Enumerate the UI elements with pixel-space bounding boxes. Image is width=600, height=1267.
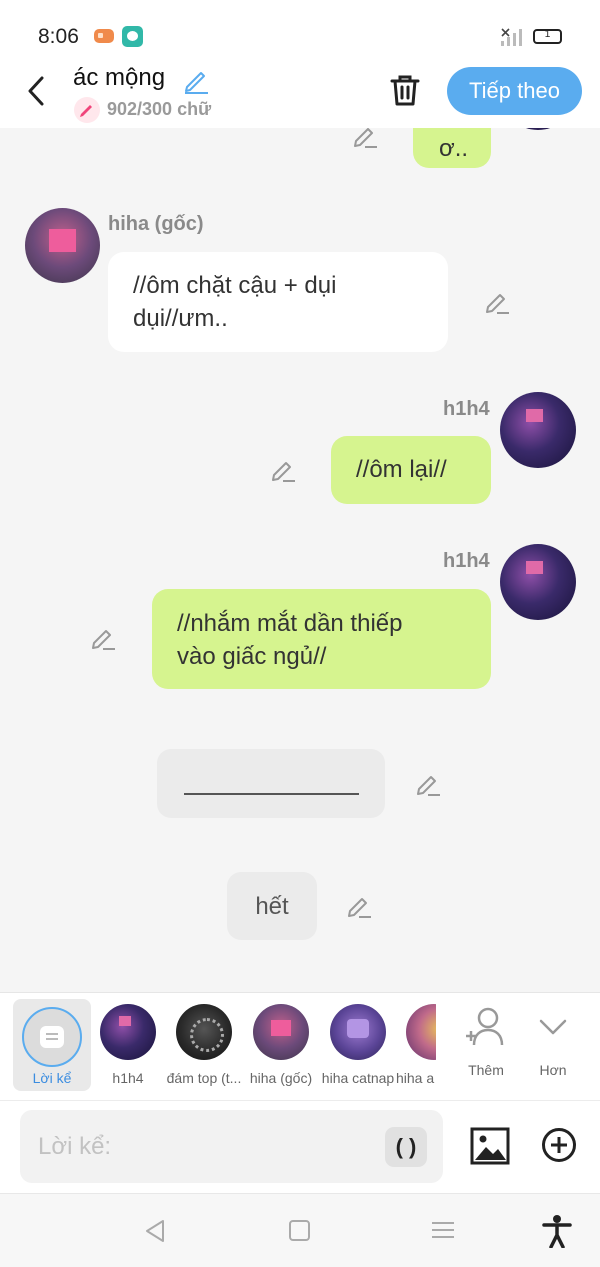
navigation-bar [0,1193,600,1267]
more-button[interactable]: Hơn [528,1005,578,1078]
narration-bubble[interactable] [157,749,385,818]
character-name: h1h4 [112,1070,144,1086]
nav-back-icon[interactable] [143,1218,167,1244]
title-edit-button[interactable] [182,66,210,94]
character-item[interactable]: hiha (gốc) [242,1001,320,1086]
narrator-icon [22,1007,82,1067]
character-avatar [100,1004,156,1060]
avatar[interactable] [500,128,576,130]
edit-icon [486,294,509,314]
edit-message-button[interactable] [351,128,379,150]
sender-name: h1h4 [443,550,490,572]
narrator-label: Lời kể [32,1070,72,1086]
avatar[interactable] [500,544,576,620]
input-area: ( ) [0,1100,600,1193]
character-name: hiha catnap [321,1070,395,1086]
message-bubble[interactable]: //ôm lại// [331,436,491,504]
narration-bubble[interactable]: hết [227,872,317,940]
wordcount-icon [74,97,100,123]
status-bar: 8:06 1 [0,0,600,62]
character-avatar [330,1004,386,1060]
parentheses-button[interactable]: ( ) [385,1127,427,1167]
message-text: //ôm chặt cậu + dụi dụi//ưm.. [133,272,337,332]
narrator-selector[interactable]: Lời kể [13,999,91,1091]
back-button[interactable] [22,74,52,108]
delete-button[interactable] [388,72,422,108]
edit-message-button[interactable] [483,288,511,316]
signal-icon [501,28,523,46]
character-avatar [253,1004,309,1060]
fade-mask [436,993,460,1099]
edit-message-button[interactable] [345,892,373,920]
image-icon [470,1127,510,1165]
message-text: //nhắm mắt dần thiếp vào giấc ngủ// [177,610,403,670]
story-title: ác mộng [73,64,166,91]
character-name: đám top (t... [166,1070,242,1086]
message-bubble[interactable]: ơ.. [413,128,491,168]
edit-icon [272,462,295,482]
character-name: hiha (gốc) [249,1070,313,1086]
edit-icon [92,630,115,650]
chat-app-icon [122,26,143,47]
nav-home-icon[interactable] [289,1220,310,1241]
sender-name: hiha (gốc) [108,213,204,235]
trash-icon [390,75,420,106]
message-text: hết [255,893,289,920]
character-bar: Lời kể h1h4 đám top (t... hiha (gốc) hih… [0,992,600,1100]
game-icon [94,29,114,43]
divider-line [183,793,359,795]
narration-input[interactable] [20,1110,443,1183]
edit-icon [354,128,377,148]
insert-image-button[interactable] [470,1127,510,1165]
add-circle-icon [542,1128,576,1162]
avatar[interactable] [500,392,576,468]
chevron-down-icon [539,1019,567,1035]
battery-level: 1 [544,29,551,40]
edit-message-button[interactable] [269,456,297,484]
sender-name: h1h4 [443,398,490,420]
status-time: 8:06 [38,25,79,48]
word-count: 902/300 chữ [107,99,212,119]
message-bubble[interactable]: //ôm chặt cậu + dụi dụi//ưm.. [108,252,448,352]
next-button[interactable]: Tiếp theo [447,67,582,115]
edit-icon [348,898,371,918]
message-text: //ôm lại// [356,456,447,483]
add-person-icon [466,1007,504,1046]
character-item[interactable]: h1h4 [89,1001,167,1086]
add-character-label: Thêm [468,1062,504,1078]
chat-area[interactable]: ơ.. hiha (gốc) //ôm chặt cậu + dụi dụi//… [0,128,600,992]
pencil-icon [185,72,208,94]
character-item[interactable]: hiha catnap [319,1001,397,1086]
back-icon [28,76,44,106]
header: ác mộng 902/300 chữ Tiếp theo [0,62,600,128]
edit-icon [417,776,440,796]
battery-icon: 1 [533,29,562,44]
add-button[interactable] [541,1127,577,1163]
accessibility-icon[interactable] [541,1214,573,1248]
add-character-button[interactable]: Thêm [458,1005,514,1078]
message-bubble[interactable]: //nhắm mắt dần thiếp vào giấc ngủ// [152,589,491,689]
message-text: ơ.. [439,135,469,162]
nav-menu-icon[interactable] [432,1222,454,1238]
character-name: hiha a [396,1070,435,1086]
avatar[interactable] [25,208,100,283]
character-item[interactable]: đám top (t... [165,1001,243,1086]
edit-message-button[interactable] [414,770,442,798]
more-label: Hơn [539,1062,567,1078]
edit-message-button[interactable] [89,624,117,652]
character-avatar [406,1004,436,1060]
character-item[interactable]: hiha a [396,1001,436,1086]
character-avatar [176,1004,232,1060]
